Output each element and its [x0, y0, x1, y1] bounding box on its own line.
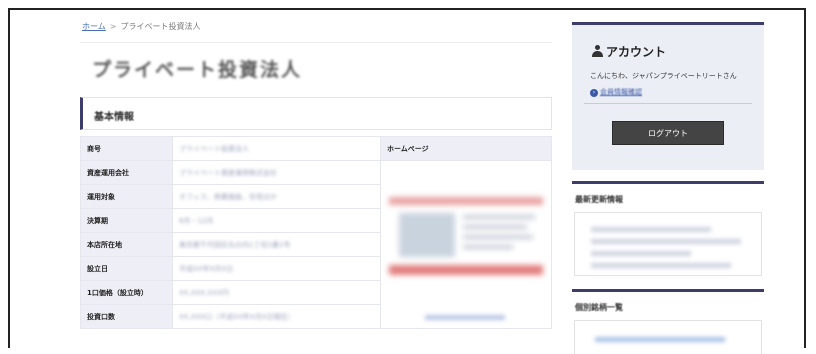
value-text: 東京都千代田区丸の内1丁目1番1号 — [179, 240, 291, 249]
section-title: 基本情報 — [94, 112, 134, 123]
info-table: 商号 プライベート投資法人 ホームページ 資産運用会社 プライベート資産運用株式… — [80, 136, 552, 329]
stocks-divider — [572, 289, 764, 292]
homepage-thumbnail[interactable] — [389, 191, 543, 287]
value-text: XX,XXX,XXX円 — [179, 288, 229, 297]
updates-divider — [572, 181, 764, 184]
row-value: 6月・12月 — [172, 208, 381, 233]
row-label: 資産運用会社 — [80, 160, 173, 185]
row-value: プライベート投資法人 — [172, 136, 381, 161]
row-value: オフィス、商業施設、住宅ほか — [172, 184, 381, 209]
table-row: 商号 プライベート投資法人 ホームページ — [80, 136, 552, 161]
value-text: プライベート投資法人 — [179, 144, 249, 153]
row-label: 運用対象 — [80, 184, 173, 209]
breadcrumb: ホーム > プライベート投資法人 — [82, 21, 200, 32]
row-label: 本店所在地 — [80, 232, 173, 257]
account-title: アカウント — [606, 45, 667, 59]
stocks-box — [574, 320, 762, 354]
row-value: 平成XX年X月X日 — [172, 256, 381, 281]
row-label: 設立日 — [80, 256, 173, 281]
row-label: 1口価格（設立時） — [80, 280, 173, 305]
account-panel: アカウント こんにちわ、ジャパンプライベートリートさん › 会員情報確認 ログアウ… — [572, 22, 764, 170]
stocks-title: 個別銘柄一覧 — [575, 303, 623, 312]
section-header: 基本情報 — [80, 97, 552, 130]
row-value: XX,XXX口（平成XX年X月X日現在） — [172, 304, 381, 329]
value-text: 平成XX年X月X日 — [179, 264, 234, 273]
value-text: 6月・12月 — [179, 216, 214, 225]
table-row: 資産運用会社 プライベート資産運用株式会社 — [80, 160, 552, 329]
user-icon — [592, 45, 603, 57]
account-divider — [584, 103, 752, 104]
member-info-link[interactable]: › 会員情報確認 — [590, 87, 642, 97]
row-label: 商号 — [80, 136, 173, 161]
greeting-text: こんにちわ、ジャパンプライベートリートさん — [590, 72, 737, 80]
homepage-link[interactable] — [425, 315, 505, 320]
updates-title: 最新更新情報 — [575, 195, 623, 204]
row-label: 投資口数 — [80, 304, 173, 329]
logout-button[interactable]: ログアウト — [612, 121, 724, 145]
breadcrumb-separator: > — [109, 22, 117, 31]
row-value: XX,XXX,XXX円 — [172, 280, 381, 305]
value-text: オフィス、商業施設、住宅ほか — [179, 192, 277, 201]
homepage-header: ホームページ — [380, 136, 552, 161]
arrow-right-icon: › — [590, 89, 598, 97]
homepage-cell — [380, 160, 552, 329]
breadcrumb-divider — [80, 42, 552, 43]
member-info-label[interactable]: 会員情報確認 — [600, 88, 642, 96]
breadcrumb-current: プライベート投資法人 — [120, 22, 201, 31]
updates-box — [574, 212, 762, 276]
page-title: プライベート投資法人 — [92, 59, 303, 81]
account-heading: アカウント — [592, 43, 666, 60]
row-value: プライベート資産運用株式会社 — [172, 160, 381, 185]
value-text: プライベート資産運用株式会社 — [179, 168, 277, 177]
row-label: 決算期 — [80, 208, 173, 233]
row-value: 東京都千代田区丸の内1丁目1番1号 — [172, 232, 381, 257]
value-text: XX,XXX口（平成XX年X月X日現在） — [179, 312, 295, 321]
breadcrumb-home-link[interactable]: ホーム — [82, 22, 106, 31]
